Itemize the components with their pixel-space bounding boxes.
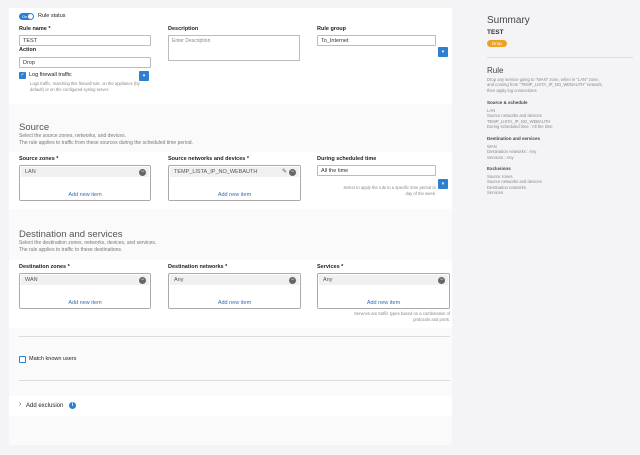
list-item: Services [487,190,504,196]
schedule-hint: Select to apply the rule to a specific t… [317,185,436,196]
log-traffic-label: Log firewall traffic [29,72,72,78]
schedule-label: During scheduled time [317,156,377,162]
list-item: TEMP_LISTA_IP_NO_WEBAUTH ✎ − [170,167,299,177]
rule-name-label-text: Rule name [19,26,47,32]
destination-desc-line2: The rule applies to traffic to these des… [19,246,123,253]
add-source-zone-link[interactable]: Add new item [20,192,150,198]
destination-networks-label-text: Destination networks [168,264,224,270]
match-known-users-checkbox[interactable] [19,356,26,363]
add-exclusion-toggle[interactable]: Add exclusion [26,403,63,409]
chevron-down-icon: ▾ [142,73,146,79]
rule-group-label: Rule group [317,26,347,32]
list-item: WAN − [21,275,149,285]
summary-divider [487,57,633,58]
destination-title: Destination and services [19,229,123,240]
summary-destination-heading: Destination and services [487,136,541,141]
source-description: Select the source zones, networks, and d… [19,133,193,146]
log-traffic-dropdown-button[interactable]: ▾ [139,71,149,81]
remove-icon[interactable]: − [289,277,296,284]
schedule-select[interactable]: All the time [317,165,436,176]
remove-icon[interactable]: − [438,277,445,284]
source-zone-value: LAN [25,169,36,175]
add-destination-zone-link[interactable]: Add new item [20,300,150,306]
log-traffic-hint-line2: default) or on the configured syslog ser… [30,86,110,92]
remove-icon[interactable]: − [139,169,146,176]
source-zones-list: LAN − Add new item [19,165,151,201]
source-network-value: TEMP_LISTA_IP_NO_WEBAUTH [174,169,258,175]
source-networks-label: Source networks and devices * [168,156,250,162]
log-traffic-checkbox[interactable]: ✓ [19,72,26,79]
destination-desc-line1: Select the destination zones, networks, … [19,240,157,246]
list-item: Any − [319,275,448,285]
summary-rule-description: Drop any service going to "WAN" zone, wh… [487,77,603,93]
schedule-dropdown-button[interactable]: ▾ [438,179,448,189]
remove-icon[interactable]: − [289,169,296,176]
destination-networks-list: Any − Add new item [168,273,301,309]
schedule-hint-line2: day of the week. [405,190,437,196]
rule-name-label: Rule name * [19,26,51,32]
toggle-knob [28,14,33,19]
summary-title: Summary [487,15,530,26]
source-desc-line2: The rule applies to traffic from these s… [19,139,193,146]
destination-description: Select the destination zones, networks, … [19,240,156,253]
add-service-link[interactable]: Add new item [318,300,449,306]
source-networks-label-text: Source networks and devices [168,156,246,162]
list-item: Services : Any [487,154,514,160]
summary-exclusions-heading: Exclusions [487,166,511,171]
summary-action-badge: Drop [487,40,507,47]
source-networks-list: TEMP_LISTA_IP_NO_WEBAUTH ✎ − Add new ite… [168,165,301,201]
rule-group-select[interactable]: To_Internet [317,35,436,46]
services-label-text: Services [317,264,340,270]
summary-rule-name: TEST [487,29,504,36]
summary-exclusions-list: Source zones Source networks and devices… [487,174,542,196]
divider [19,336,450,337]
chevron-down-icon: ▾ [441,181,445,187]
action-select[interactable]: Drop [19,57,151,68]
destination-zone-value: WAN [25,277,38,283]
list-item: Any − [170,275,299,285]
info-icon[interactable]: i [69,402,76,409]
description-textarea[interactable]: Enter Description [168,35,300,61]
destination-zones-list: WAN − Add new item [19,273,151,309]
rule-name-input[interactable]: TEST [19,35,151,46]
services-hint-line2: protocols and ports. [413,316,450,322]
remove-icon[interactable]: − [139,277,146,284]
summary-destination-list: WAN Destination networks : Any Services … [487,144,536,160]
summary-source-list: LAN Source networks and devices TEMP_LIS… [487,108,553,130]
chevron-down-icon: ▾ [441,49,445,55]
destination-network-value: Any [174,277,184,283]
summary-rule-heading: Rule [487,66,504,75]
rule-status-toggle[interactable]: On [19,13,34,20]
source-zones-label-text: Source zones [19,156,55,162]
source-zones-label: Source zones * [19,156,59,162]
action-label: Action [19,47,37,53]
description-label: Description [168,26,199,32]
toggle-on-label: On [22,14,28,19]
services-hint: Services are traffic types based on a co… [317,311,450,322]
destination-zones-label-text: Destination zones [19,264,67,270]
edit-icon[interactable]: ✎ [282,168,287,175]
summary-rule-desc-line3: then apply log connections [487,87,537,93]
log-traffic-hint: Logs traffic, matching this firewall rul… [30,81,170,92]
add-source-network-link[interactable]: Add new item [169,192,300,198]
divider [19,380,450,381]
services-label: Services * [317,264,344,270]
rule-group-dropdown-button[interactable]: ▾ [438,47,448,57]
match-known-users-label: Match known users [29,356,77,362]
list-item: During scheduled time : All the time [487,124,553,130]
rule-status-label: Rule status [38,13,66,19]
destination-zones-label: Destination zones * [19,264,70,270]
service-value: Any [323,277,333,283]
summary-source-heading: Source & schedule [487,100,528,105]
services-list: Any − Add new item [317,273,450,309]
destination-networks-label: Destination networks * [168,264,228,270]
add-destination-network-link[interactable]: Add new item [169,300,300,306]
source-title: Source [19,122,50,133]
chevron-right-icon[interactable]: › [19,401,21,408]
list-item: LAN − [21,167,149,177]
